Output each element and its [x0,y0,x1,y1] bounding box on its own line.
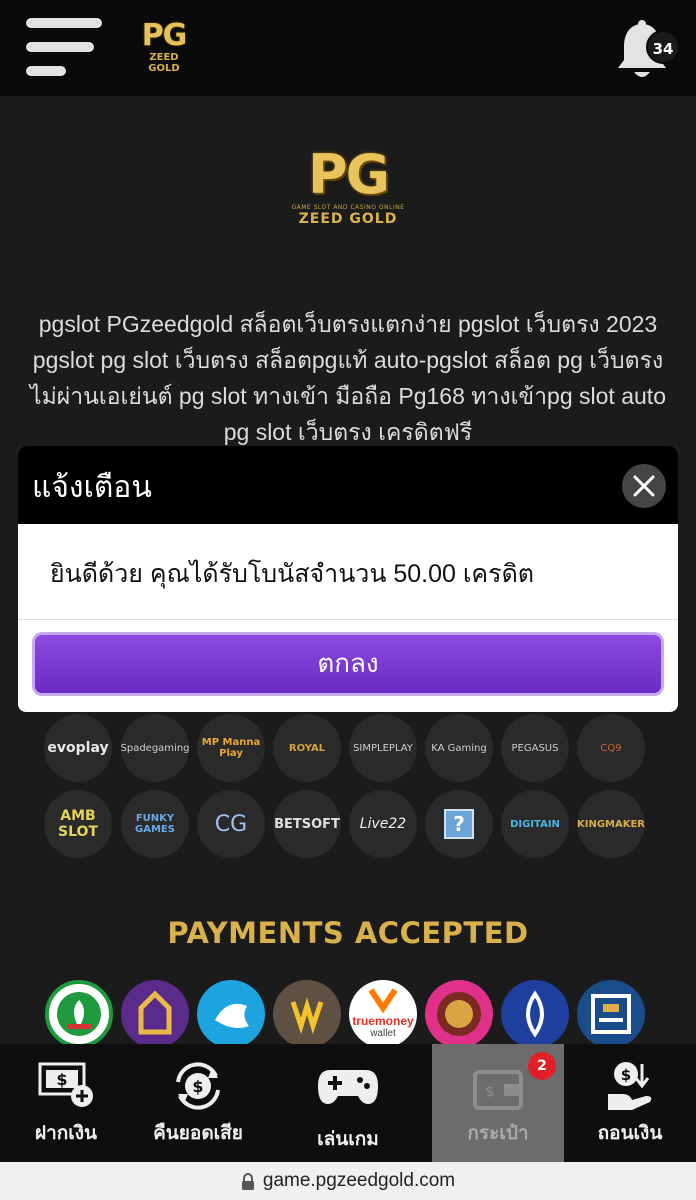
provider-manna-play[interactable]: MP Manna Play [197,714,265,782]
top-bar: PG ZEED GOLD 34 [0,0,696,96]
provider-simpleplay[interactable]: SIMPLEPLAY [349,714,417,782]
provider-amb-slot[interactable]: AMB SLOT [44,790,112,858]
svg-text:$: $ [486,1084,495,1100]
nav-deposit[interactable]: $ ฝากเงิน [0,1044,132,1162]
baac-bank-icon [577,980,645,1048]
nav-withdraw-label: ถอนเงิน [597,1123,663,1144]
notification-count-badge: 34 [646,30,680,64]
alert-modal: แจ้งเตือน ยินดีด้วย คุณได้รับโบนัสจำนวน … [18,446,678,712]
provider-cq9[interactable]: CQ9 [577,714,645,782]
browser-url: game.pgzeedgold.com [262,1170,456,1191]
nav-withdraw[interactable]: $ ถอนเงิน [564,1044,696,1162]
notification-bell-icon[interactable]: 34 [614,20,680,82]
nav-wallet-label: กระเป๋า [467,1123,529,1144]
bottom-navigation: $ ฝากเงิน $ คืนยอดเสีย เล่นเกม $ 2 กระเป… [0,1044,696,1162]
provider-betsoft[interactable]: BETSOFT [273,790,341,858]
provider-pegasus[interactable]: PEGASUS [501,714,569,782]
svg-text:$: $ [621,1066,631,1084]
bangkok-bank-icon [501,980,569,1048]
gsb-bank-icon [425,980,493,1048]
truemoney-wallet-icon: truemoney wallet [349,980,417,1048]
hero-logo-pg: PG [308,143,390,206]
ok-button[interactable]: ตกลง [32,632,664,696]
truemoney-label: truemoney [352,1014,414,1028]
truemoney-sub: wallet [370,1028,396,1039]
nav-play[interactable]: เล่นเกม [264,1044,432,1162]
header-logo-pg: PG [141,18,188,53]
nav-wallet[interactable]: $ 2 กระเป๋า [432,1044,564,1162]
krungsri-bank-icon [273,980,341,1048]
payments-title: PAYMENTS ACCEPTED [167,916,529,950]
wallet-icon: $ [473,1070,523,1110]
svg-text:$: $ [192,1077,203,1096]
header-logo-sub: ZEED GOLD [148,52,180,74]
nav-deposit-label: ฝากเงิน [34,1123,98,1144]
provider-ka-gaming[interactable]: KA Gaming [425,714,493,782]
cashback-icon: $ [176,1062,220,1110]
provider-kingmaker[interactable]: KINGMAKER [577,790,645,858]
modal-header: แจ้งเตือน [18,446,678,524]
modal-title: แจ้งเตือน [32,471,152,504]
lock-icon [241,1172,254,1190]
kasikorn-bank-icon [45,980,113,1048]
deposit-icon: $ [38,1062,93,1107]
menu-icon[interactable] [26,18,102,76]
provider-row-1: evoplay Spadegaming MP Manna Play ROYAL … [44,714,654,782]
provider-row-2: AMB SLOT FUNKY GAMES CG BETSOFT Live22 ?… [44,790,654,858]
provider-unknown[interactable]: ? [425,790,493,858]
modal-body: ยินดีด้วย คุณได้รับโบนัสจำนวน 50.00 เครด… [18,524,678,620]
krungthai-bank-icon [197,980,265,1048]
provider-live22[interactable]: Live22 [349,790,417,858]
provider-digitain[interactable]: DIGITAIN [501,790,569,858]
nav-cashback[interactable]: $ คืนยอดเสีย [132,1044,264,1162]
provider-royal[interactable]: ROYAL [273,714,341,782]
seo-description: pgslot PGzeedgold สล็อตเว็บตรงแตกง่าย pg… [30,311,666,445]
close-icon [633,475,655,497]
hero-logo-sub: ZEED GOLD [298,211,398,227]
modal-message: ยินดีด้วย คุณได้รับโบนัสจำนวน 50.00 เครด… [50,560,535,588]
scb-bank-icon [121,980,189,1048]
hero-logo: PG GAME SLOT AND CASINO ONLINE ZEED GOLD [290,146,406,230]
wallet-badge: 2 [528,1052,556,1080]
hero-logo-tag: GAME SLOT AND CASINO ONLINE [291,204,405,211]
withdraw-icon: $ [608,1062,652,1110]
provider-evoplay[interactable]: evoplay [44,714,112,782]
nav-cashback-label: คืนยอดเสีย [153,1123,243,1144]
provider-spadegaming[interactable]: Spadegaming [121,714,189,782]
header-logo[interactable]: PG ZEED GOLD [132,18,196,75]
browser-url-bar[interactable]: game.pgzeedgold.com [0,1162,696,1200]
provider-cg[interactable]: CG [197,790,265,858]
question-mark-icon: ? [444,809,474,839]
nav-play-label: เล่นเกม [317,1129,379,1150]
gamepad-icon [318,1070,378,1104]
close-button[interactable] [622,464,666,508]
svg-text:$: $ [56,1070,67,1089]
provider-funky-games[interactable]: FUNKY GAMES [121,790,189,858]
